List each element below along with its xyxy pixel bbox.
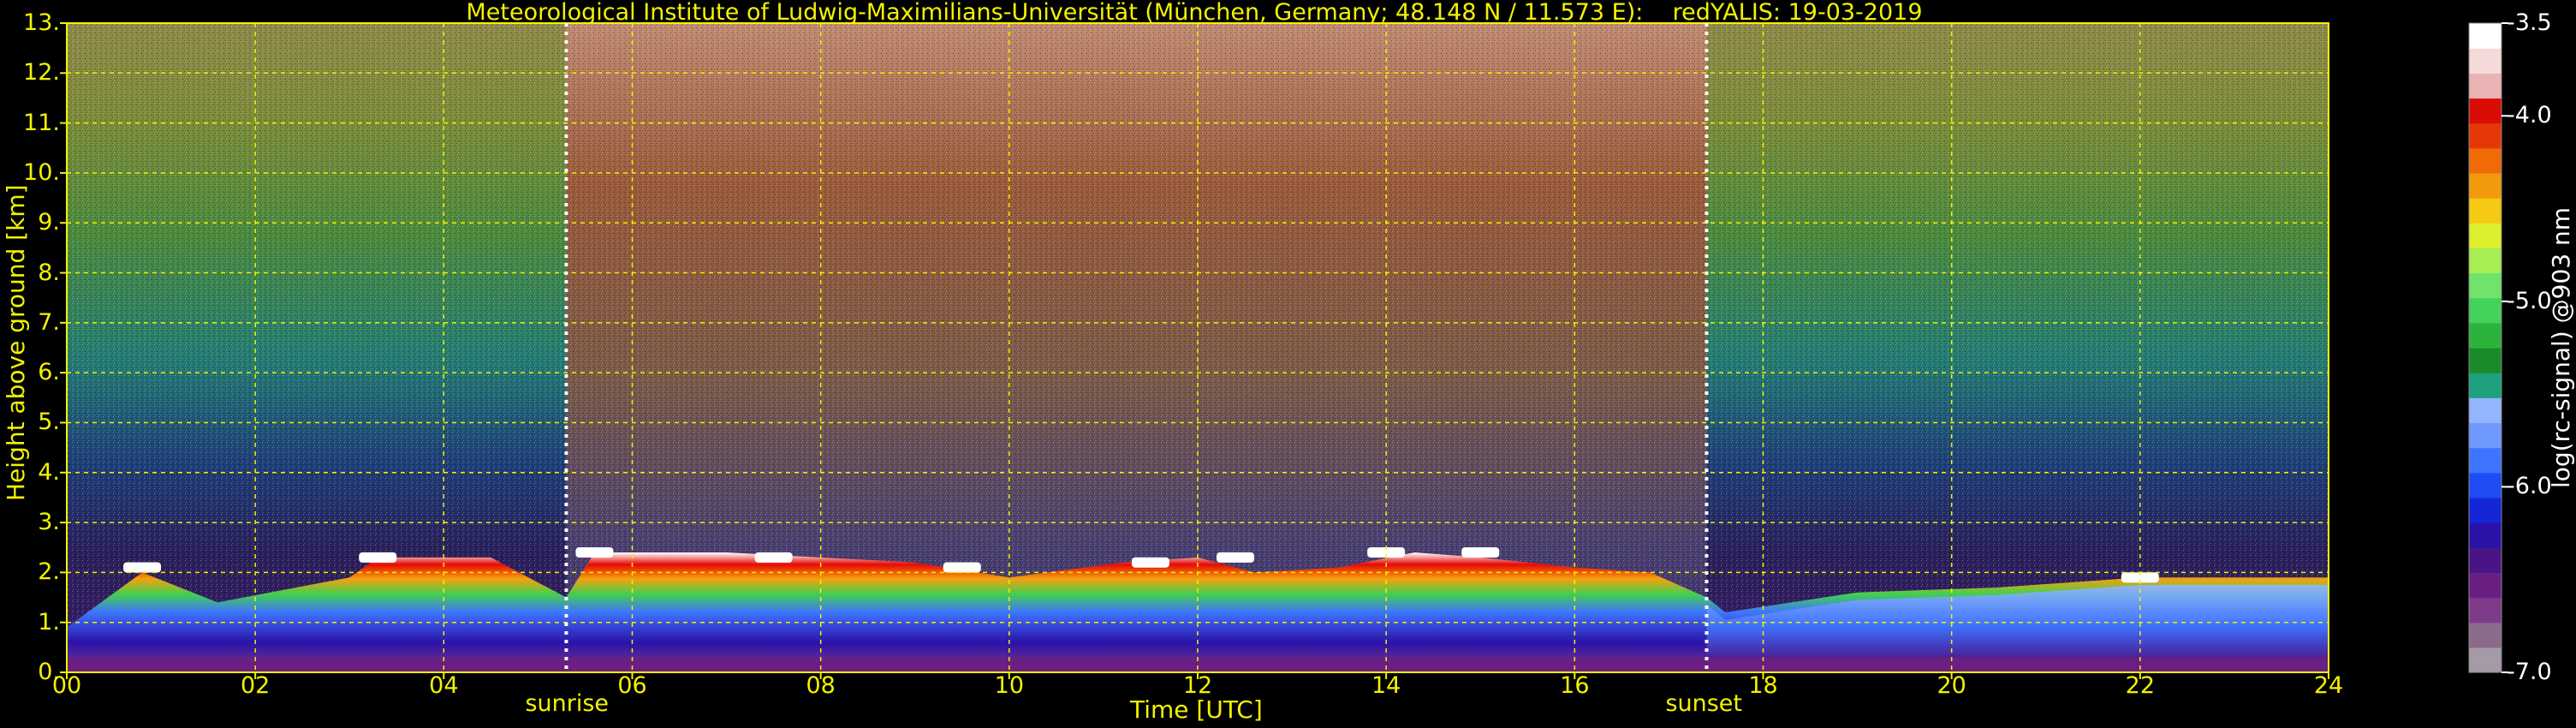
colorbar-segment-17 [2469, 223, 2502, 248]
colorbar-segment-3 [2469, 572, 2502, 599]
colorbar-segment-15 [2469, 272, 2502, 299]
y-tick-label: 11. [23, 109, 60, 136]
colorbar-segment-11 [2469, 373, 2502, 398]
x-tick-label: 08 [806, 672, 836, 699]
colorbar-tick-label: -5.0 [2507, 287, 2552, 314]
colorbar-label: log(rc-signal) @903 nm [2547, 206, 2575, 488]
x-tick-label: 06 [617, 672, 647, 699]
x-tick-label: 10 [994, 672, 1024, 699]
x-tick-label: 04 [429, 672, 459, 699]
colorbar-segment-1 [2469, 622, 2502, 648]
x-tick-label: 00 [51, 672, 82, 699]
x-tick-label: 18 [1748, 672, 1778, 699]
colorbar-segment-7 [2469, 472, 2502, 498]
colorbar-segment-24 [2469, 48, 2502, 74]
colorbar-segment-4 [2469, 547, 2502, 573]
cloud-top-1 [359, 552, 397, 563]
cloud-top-6 [1217, 552, 1255, 563]
y-tick-label: 13. [23, 9, 60, 36]
colorbar-segment-16 [2469, 248, 2502, 274]
colorbar-tick-label: -3.5 [2507, 9, 2552, 36]
y-tick-label: 3. [38, 509, 60, 536]
x-tick-label: 24 [2313, 672, 2344, 699]
colorbar-segment-5 [2469, 522, 2502, 548]
x-tick-label: 22 [2125, 672, 2155, 699]
colorbar-segment-6 [2469, 497, 2502, 523]
colorbar-segment-14 [2469, 297, 2502, 324]
colorbar-segment-9 [2469, 422, 2502, 449]
colorbar-segment-21 [2469, 122, 2502, 149]
cloud-top-5 [1131, 557, 1169, 568]
colorbar-tick-label: -7.0 [2507, 659, 2552, 685]
colorbar-segment-22 [2469, 98, 2502, 124]
y-tick-label: 10. [23, 158, 60, 186]
y-axis-label: Height above ground [km] [2, 184, 30, 501]
x-tick-label: 14 [1371, 672, 1401, 699]
colorbar-segment-8 [2469, 447, 2502, 474]
y-tick-label: 12. [23, 59, 60, 87]
y-tick-label: 1. [38, 608, 60, 636]
cloud-top-8 [1461, 547, 1500, 558]
cloud-top-4 [943, 562, 981, 573]
cloud-top-0 [123, 562, 162, 573]
sunset-label: sunset [1665, 690, 1742, 717]
colorbar-segment-12 [2469, 348, 2502, 373]
colorbar-segment-2 [2469, 597, 2502, 624]
colorbar-segment-13 [2469, 322, 2502, 349]
colorbar-segment-20 [2469, 147, 2502, 174]
colorbar-tick-label: -6.0 [2507, 473, 2552, 500]
colorbar-segment-25 [2469, 23, 2502, 49]
colorbar-tick-label: -4.0 [2507, 102, 2552, 129]
cloud-top-2 [575, 547, 614, 558]
x-tick-label: 16 [1560, 672, 1590, 699]
cloud-top-3 [754, 552, 793, 563]
x-tick-label: 02 [240, 672, 271, 699]
sunrise-label: sunrise [525, 690, 610, 717]
colorbar-segment-19 [2469, 172, 2502, 199]
y-tick-label: 2. [38, 558, 60, 586]
colorbar-segment-0 [2469, 647, 2502, 673]
colorbar-segment-23 [2469, 73, 2502, 99]
colorbar-segment-10 [2469, 397, 2502, 424]
chart-canvas [60, 22, 2508, 679]
lidar-plot: Meteorological Institute of Ludwig-Maxim… [0, 0, 2576, 728]
x-axis-label: Time [UTC] [1130, 695, 1263, 724]
colorbar-segment-18 [2469, 198, 2502, 224]
x-tick-label: 20 [1936, 672, 1966, 699]
